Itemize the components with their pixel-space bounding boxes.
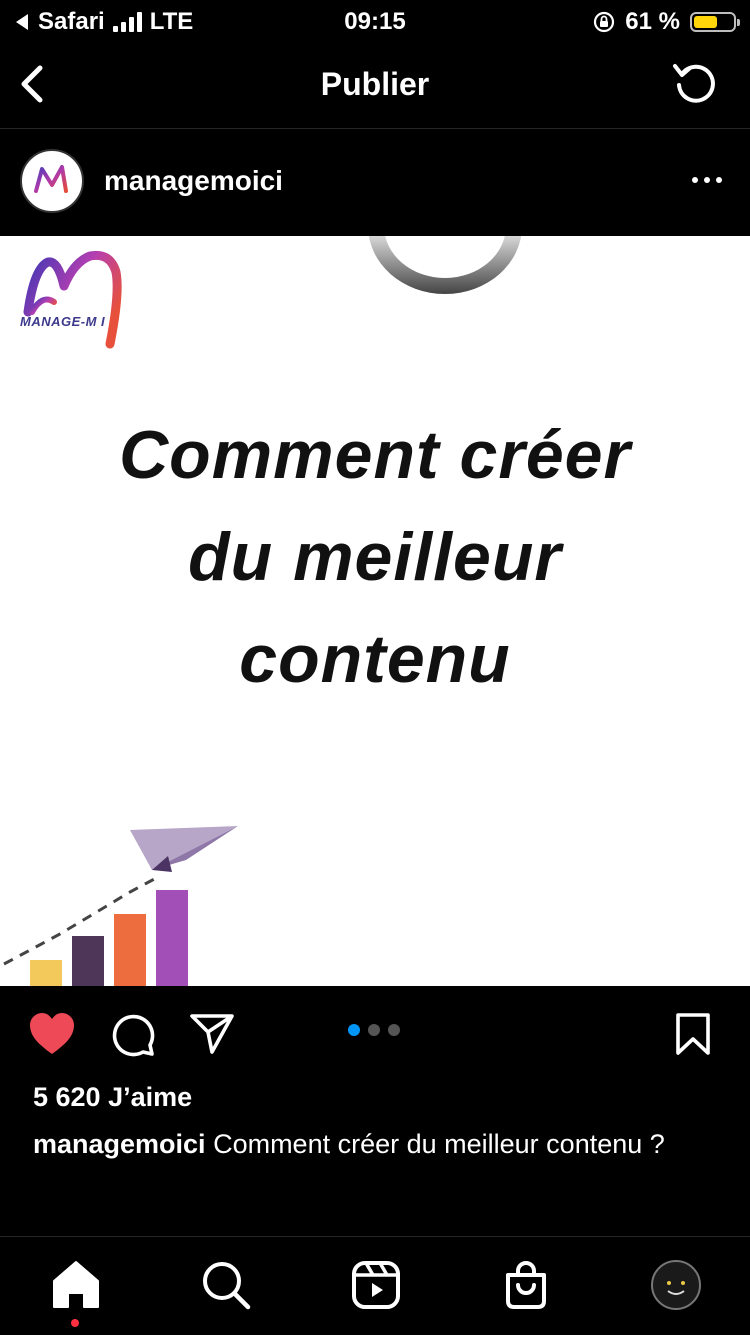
post-actions: [0, 986, 750, 1082]
status-right: 61 %: [593, 8, 740, 36]
search-icon[interactable]: [198, 1257, 254, 1313]
page-title: Publier: [320, 66, 430, 102]
home-notification-dot: [71, 1319, 79, 1327]
profile-icon[interactable]: [648, 1257, 704, 1313]
post-headline: Comment créer du meilleur contenu: [0, 404, 750, 710]
orientation-lock-icon: [594, 11, 615, 33]
headline-line: Comment créer: [119, 417, 631, 493]
brand-logo-text: MANAGE-M I: [20, 314, 106, 329]
avatar[interactable]: [20, 149, 84, 213]
shop-icon[interactable]: [498, 1257, 554, 1313]
battery-icon: [690, 12, 740, 32]
brand-logo-icon: [34, 165, 68, 193]
bookmark-icon[interactable]: [674, 1012, 712, 1056]
carousel-dot: [388, 1024, 400, 1036]
more-options-icon[interactable]: [692, 177, 722, 183]
nav-header: Publier: [0, 42, 750, 129]
carousel-dot: [348, 1024, 360, 1036]
headline-line: du meilleur: [188, 519, 562, 595]
carousel-dot: [368, 1024, 380, 1036]
share-icon[interactable]: [188, 1012, 236, 1056]
likes-count[interactable]: 5 620 J’aime: [33, 1082, 192, 1113]
heart-icon[interactable]: [28, 1012, 76, 1056]
post-caption: managemoici Comment créer du meilleur co…: [33, 1128, 723, 1160]
caption-username[interactable]: managemoici: [33, 1129, 206, 1159]
manage-moi-logo: [23, 250, 122, 349]
carousel-indicator: [348, 1024, 400, 1036]
post-image[interactable]: MANAGE-M I Comment créer du meilleur con…: [0, 236, 750, 986]
status-bar: Safari LTE 09:15 61 %: [0, 0, 750, 42]
battery-percent: 61 %: [625, 8, 680, 35]
bottom-tab-bar: [0, 1236, 750, 1335]
comment-icon[interactable]: [110, 1012, 156, 1058]
battery-fill: [694, 16, 717, 28]
post-username[interactable]: managemoici: [104, 165, 283, 197]
ring-decoration: [368, 236, 522, 294]
refresh-icon[interactable]: [670, 58, 720, 108]
home-icon[interactable]: [48, 1257, 104, 1313]
growth-chart-illustration: [3, 826, 238, 986]
caption-text: Comment créer du meilleur contenu ?: [205, 1129, 665, 1159]
headline-line: contenu: [239, 621, 511, 697]
reels-icon[interactable]: [348, 1257, 404, 1313]
post-header: managemoici: [0, 129, 750, 235]
